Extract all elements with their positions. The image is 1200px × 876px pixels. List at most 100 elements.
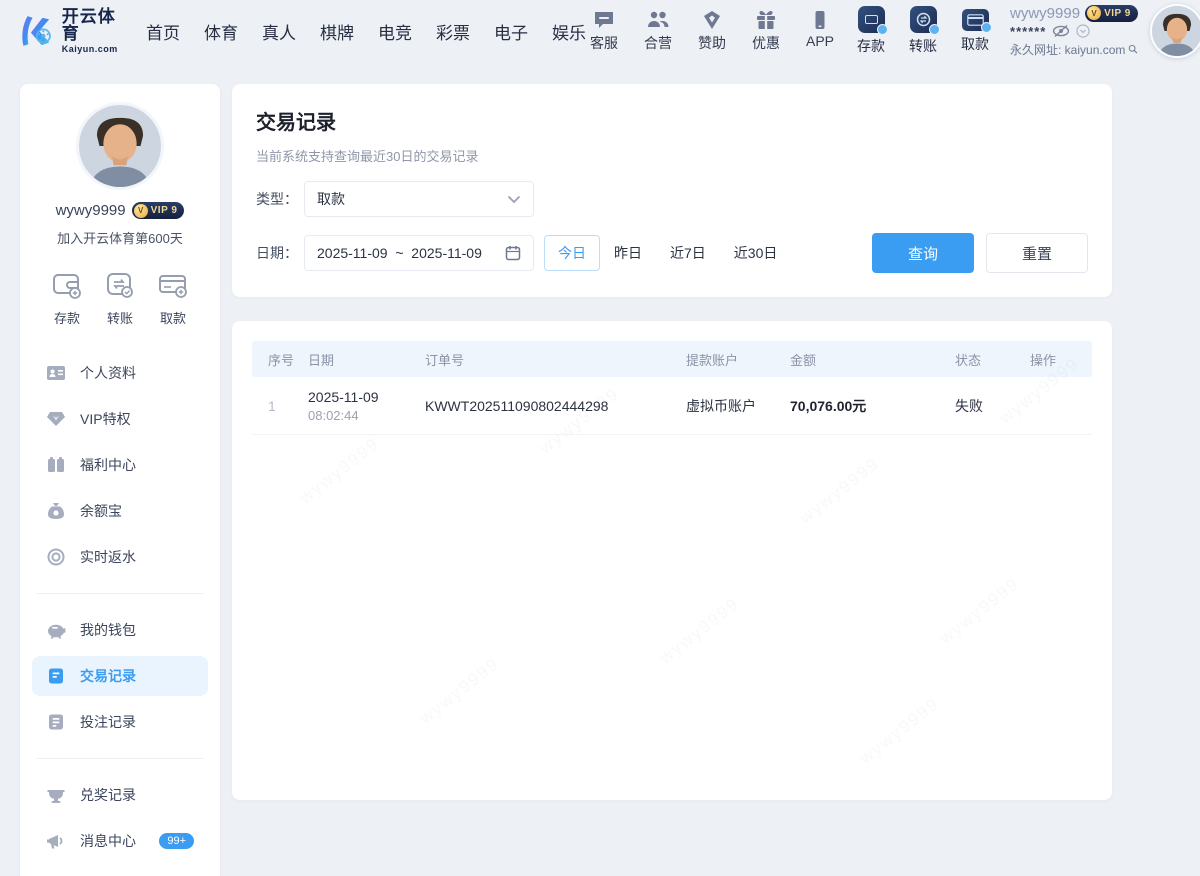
sidebar-item-welfare[interactable]: 福利中心 [32, 445, 208, 485]
permanent-url-text: 永久网址: kaiyun.com [1010, 41, 1125, 58]
sidebar-item-rebate[interactable]: 实时返水 [32, 537, 208, 577]
sidebar-item-bets[interactable]: 投注记录 [32, 702, 208, 742]
brand-name-en: Kaiyun.com [62, 45, 124, 54]
cell-amount: 70,076.00元 [790, 396, 955, 416]
sponsor-link[interactable]: 赞助 [694, 10, 730, 53]
rebate-target-icon [46, 548, 66, 566]
vip-v-icon: V [1087, 6, 1101, 20]
username-text: wywy9999 [1010, 5, 1080, 22]
calendar-icon [505, 245, 521, 261]
diamond-badge-icon [701, 10, 723, 30]
service-link[interactable]: 客服 [586, 10, 622, 53]
nav-item-lottery[interactable]: 彩票 [436, 19, 470, 44]
prize-icon [46, 786, 66, 804]
range-today-button[interactable]: 今日 [544, 235, 600, 271]
top-bar: 开云体育 Kaiyun.com 首页 体育 真人 棋牌 电竞 彩票 电子 娱乐 … [0, 0, 1200, 62]
watermark: wywy9999 [796, 454, 883, 528]
table-header-row: 序号 日期 订单号 提款账户 金额 状态 操作 [252, 341, 1092, 377]
sidebar-item-wallet[interactable]: 我的钱包 [32, 610, 208, 650]
nav-item-live[interactable]: 真人 [262, 19, 296, 44]
id-card-icon [46, 364, 66, 382]
phone-icon [809, 10, 831, 30]
nav-item-entertainment[interactable]: 娱乐 [552, 19, 586, 44]
top-quick-links: 客服 合营 赞助 优惠 APP [586, 10, 838, 53]
cell-index: 1 [268, 398, 308, 414]
col-date: 日期 [308, 350, 425, 369]
search-button[interactable]: 查询 [872, 233, 974, 273]
range-7days-button[interactable]: 近7日 [656, 235, 720, 271]
sidebar-item-yuebao[interactable]: 余额宝 [32, 491, 208, 531]
profile-avatar[interactable] [76, 102, 164, 190]
message-count-badge: 99+ [159, 833, 194, 849]
type-filter-row: 类型： 取款 [256, 181, 1088, 217]
magnifier-icon[interactable] [1128, 42, 1138, 56]
partner-link[interactable]: 合营 [640, 10, 676, 53]
sidebar-item-profile[interactable]: 个人资料 [32, 353, 208, 393]
divider [36, 593, 204, 594]
withdraw-link[interactable]: 取款 [956, 6, 994, 56]
transfer-link[interactable]: 转账 [904, 6, 942, 56]
sidebar-item-transactions[interactable]: 交易记录 [32, 656, 208, 696]
date-filter-row: 日期： 2025-11-09 ~ 2025-11-09 今日 昨日 近7日 近3… [256, 233, 1088, 273]
sidebar-deposit[interactable]: 存款 [50, 269, 84, 327]
sidebar-withdraw[interactable]: 取款 [156, 269, 190, 327]
promo-link[interactable]: 优惠 [748, 10, 784, 53]
col-status: 状态 [955, 350, 1030, 369]
type-select[interactable]: 取款 [304, 181, 534, 217]
welfare-icon [46, 456, 66, 474]
date-range-input[interactable]: 2025-11-09 ~ 2025-11-09 [304, 235, 534, 271]
col-index: 序号 [268, 350, 308, 369]
sidebar-item-vip[interactable]: VIP特权 [32, 399, 208, 439]
brand-name-cn: 开云体育 [62, 8, 124, 42]
nav-item-cards[interactable]: 棋牌 [320, 19, 354, 44]
chevron-down-icon [507, 195, 521, 204]
range-yesterday-button[interactable]: 昨日 [600, 235, 656, 271]
masked-balance: ****** [1010, 24, 1046, 39]
range-30days-button[interactable]: 近30日 [720, 235, 792, 271]
type-select-value: 取款 [317, 189, 345, 209]
sidebar-username: wywy9999 [56, 202, 126, 219]
divider [36, 758, 204, 759]
vip-v-icon: V [134, 204, 148, 218]
cell-date: 2025-11-09 08:02:44 [308, 389, 425, 423]
transfer-icon [910, 6, 937, 33]
nav-item-home[interactable]: 首页 [146, 19, 180, 44]
nav-item-sports[interactable]: 体育 [204, 19, 238, 44]
people-icon [647, 10, 669, 30]
withdraw-icon [962, 9, 989, 31]
brand-logo[interactable]: 开云体育 Kaiyun.com [16, 8, 124, 54]
cell-order-no: KWWT202511090802444298 [425, 398, 686, 414]
wallet-outline-icon [50, 269, 84, 301]
watermark: wywy9999 [416, 654, 503, 728]
date-label: 日期： [256, 243, 304, 263]
chat-bubble-icon [593, 10, 615, 30]
page-subtitle: 当前系统支持查询最近30日的交易记录 [256, 146, 1088, 165]
cell-account: 虚拟币账户 [686, 396, 790, 416]
sidebar-item-prizes[interactable]: 兑奖记录 [32, 775, 208, 815]
vip-badge[interactable]: V VIP 9 [1085, 5, 1138, 22]
transaction-doc-icon [46, 667, 66, 685]
eye-off-icon[interactable] [1052, 24, 1070, 38]
app-link[interactable]: APP [802, 10, 838, 53]
col-amount: 金额 [790, 350, 955, 369]
money-pouch-icon [46, 502, 66, 520]
nav-item-slots[interactable]: 电子 [494, 19, 528, 44]
main-content: 交易记录 当前系统支持查询最近30日的交易记录 类型： 取款 日期： 2025-… [232, 84, 1112, 800]
cell-status: 失败 [955, 396, 1030, 416]
sidebar-quick-actions: 存款 转账 取款 [20, 269, 220, 327]
chevron-circle-icon[interactable] [1076, 24, 1090, 38]
reset-button[interactable]: 重置 [986, 233, 1088, 273]
card-outline-icon [156, 269, 190, 301]
date-range-value: 2025-11-09 ~ 2025-11-09 [317, 245, 482, 261]
sidebar-transfer[interactable]: 转账 [103, 269, 137, 327]
bet-record-icon [46, 713, 66, 731]
type-label: 类型： [256, 189, 304, 209]
records-table-card: wywy9999 wywy9999 wywy9999 wywy9999 wywy… [232, 321, 1112, 800]
watermark: wywy9999 [856, 694, 943, 768]
col-account: 提款账户 [686, 350, 790, 369]
sidebar-item-messages[interactable]: 消息中心 99+ [32, 821, 208, 861]
nav-item-esports[interactable]: 电竞 [378, 19, 412, 44]
avatar[interactable] [1150, 4, 1200, 58]
deposit-link[interactable]: 存款 [852, 6, 890, 56]
sidebar-vip-badge[interactable]: V VIP 9 [132, 202, 185, 219]
